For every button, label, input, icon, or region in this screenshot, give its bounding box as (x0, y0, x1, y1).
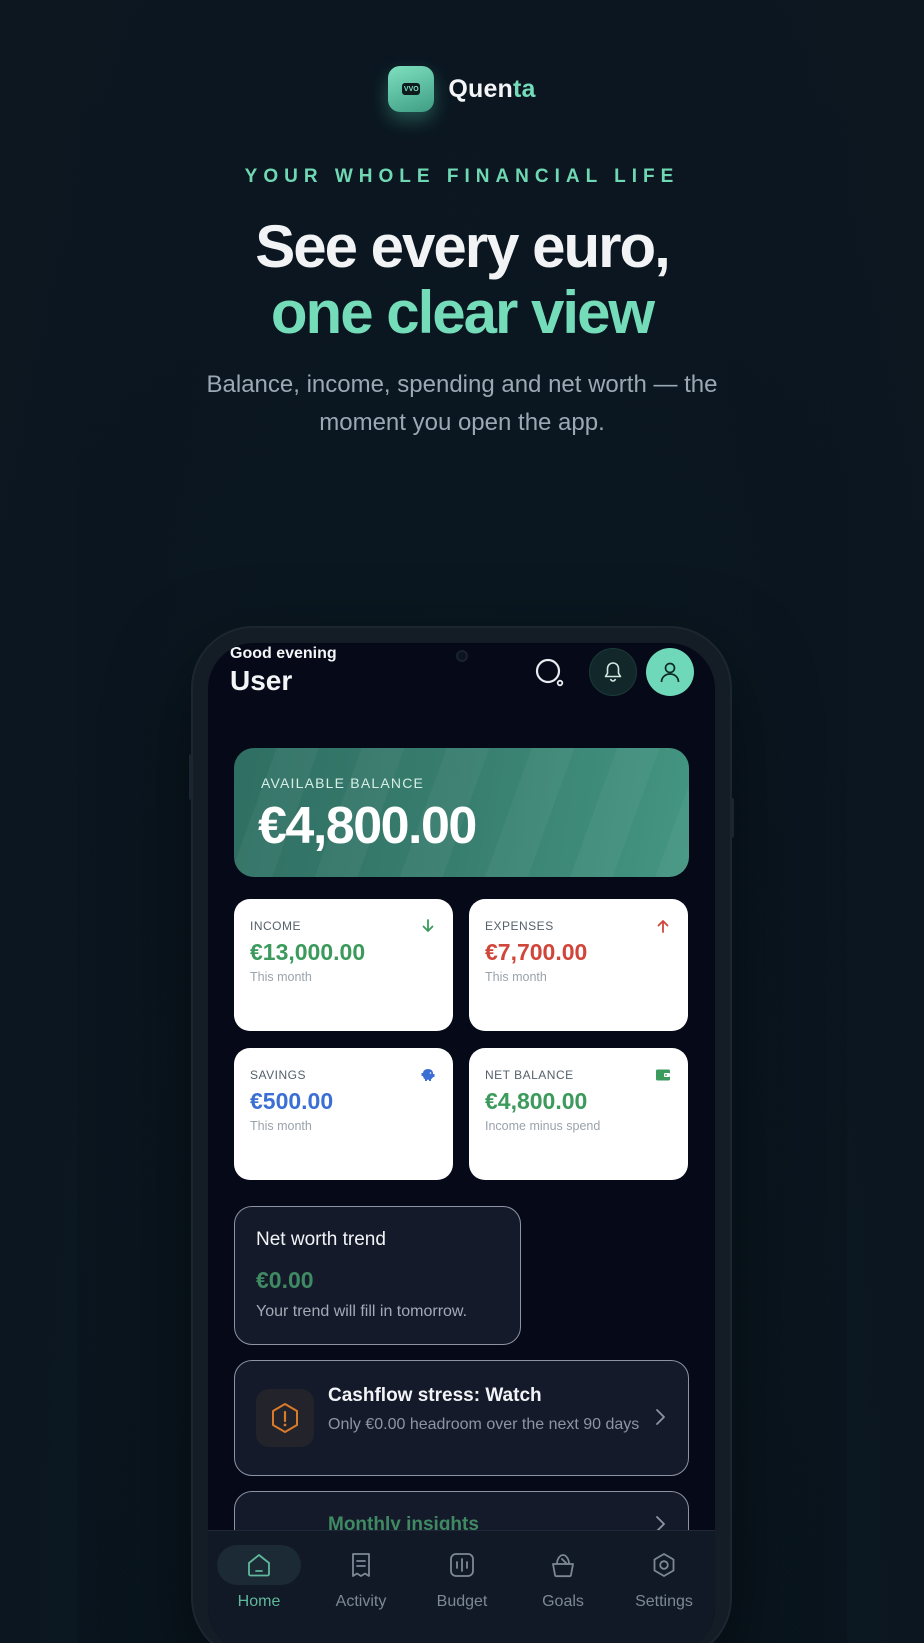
stat-label: NET BALANCE (485, 1068, 574, 1082)
phone-side-button (189, 754, 193, 800)
expenses-card[interactable]: EXPENSES €7,700.00 This month (469, 899, 688, 1031)
app-logo-mark: VVO (402, 83, 421, 95)
stress-subtext: Only €0.00 headroom over the next 90 day… (328, 1416, 640, 1433)
stat-value: €13,000.00 (250, 939, 366, 965)
phone-mockup: Good evening User AVAILABLE BALANCE €4,8… (189, 628, 734, 1643)
home-icon (248, 1554, 270, 1577)
balance-label: AVAILABLE BALANCE (261, 775, 425, 791)
phone-screen: Good evening User AVAILABLE BALANCE €4,8… (208, 643, 715, 1643)
stress-title: Cashflow stress: Watch (328, 1385, 542, 1406)
front-camera (456, 650, 468, 662)
tab-label: Activity (335, 1593, 387, 1610)
stat-label: INCOME (250, 919, 301, 933)
trend-subtext: Your trend will fill in tomorrow. (256, 1303, 468, 1320)
trend-title: Net worth trend (256, 1229, 386, 1250)
tab-goals[interactable]: Goals (520, 1545, 606, 1625)
tab-settings[interactable]: Settings (621, 1545, 707, 1625)
brand-name-accent: ta (513, 74, 536, 103)
hero-headline-line2: one clear view (270, 279, 655, 346)
bottom-tab-bar: Home Activity Budget Goals Settings (208, 1530, 715, 1643)
balance-value: €4,800.00 (258, 797, 477, 855)
stat-subtext: This month (485, 970, 547, 984)
net-balance-card[interactable]: NET BALANCE €4,800.00 Income minus spend (469, 1048, 688, 1180)
search-icon (535, 658, 564, 687)
brand-name: Quenta (448, 75, 535, 104)
stat-subtext: This month (250, 1119, 312, 1133)
tab-pill (521, 1545, 605, 1585)
hero-eyebrow: YOUR WHOLE FINANCIAL LIFE (244, 166, 680, 187)
tab-budget[interactable]: Budget (419, 1545, 505, 1625)
profile-avatar-button[interactable] (646, 648, 694, 696)
income-card[interactable]: INCOME €13,000.00 This month (234, 899, 453, 1031)
user-icon (660, 662, 680, 683)
phone-power-button (730, 798, 734, 838)
stat-value: €7,700.00 (485, 939, 588, 965)
tab-home[interactable]: Home (216, 1545, 302, 1625)
brand-header: VVO Quenta (0, 66, 924, 112)
chevron-right-icon (654, 1407, 666, 1432)
tab-label: Budget (436, 1593, 488, 1610)
stat-value: €4,800.00 (485, 1088, 588, 1114)
tab-pill (622, 1545, 706, 1585)
tab-label: Settings (635, 1593, 693, 1610)
available-balance-card[interactable]: AVAILABLE BALANCE €4,800.00 (234, 748, 689, 877)
goals-icon (552, 1554, 574, 1578)
piggy-bank-icon (419, 1066, 437, 1084)
tab-pill (217, 1545, 301, 1585)
tab-pill (420, 1545, 504, 1585)
greeting-text: Good evening (230, 645, 337, 662)
arrow-up-icon (654, 917, 672, 935)
receipt-icon (352, 1553, 370, 1577)
bell-icon (604, 662, 622, 682)
tab-activity[interactable]: Activity (318, 1545, 404, 1625)
stat-label: EXPENSES (485, 919, 554, 933)
stat-value: €500.00 (250, 1088, 334, 1114)
arrow-down-icon (419, 917, 437, 935)
settings-icon (653, 1553, 675, 1577)
brand-name-main: Quen (448, 74, 514, 103)
stat-subtext: Income minus spend (485, 1119, 601, 1133)
wallet-icon (654, 1066, 672, 1084)
search-button[interactable] (530, 653, 570, 693)
stat-subtext: This month (250, 970, 312, 984)
trend-value: €0.00 (256, 1267, 314, 1293)
stat-label: SAVINGS (250, 1068, 306, 1082)
notifications-button[interactable] (589, 648, 637, 696)
hero-headline: See every euro, one clear view (0, 214, 924, 346)
savings-card[interactable]: SAVINGS €500.00 This month (234, 1048, 453, 1180)
budget-icon (450, 1553, 474, 1577)
tab-label: Home (237, 1593, 281, 1610)
user-name: User (230, 665, 293, 696)
hero-subhead: Balance, income, spending and net worth … (206, 371, 718, 436)
warning-icon (256, 1389, 314, 1447)
cashflow-stress-card[interactable]: Cashflow stress: Watch Only €0.00 headro… (234, 1360, 689, 1476)
tab-label: Goals (542, 1593, 584, 1610)
app-logo-icon: VVO (388, 66, 435, 112)
tab-pill (319, 1545, 403, 1585)
hero-headline-line1: See every euro, (255, 213, 671, 280)
net-worth-trend-card[interactable]: Net worth trend €0.00 Your trend will fi… (234, 1206, 521, 1345)
